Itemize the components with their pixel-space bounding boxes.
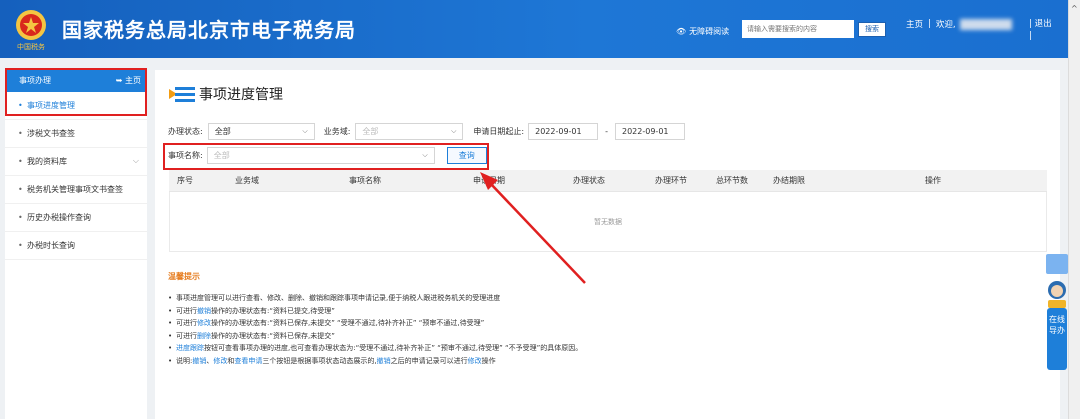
- svg-text:中国税务: 中国税务: [17, 42, 45, 51]
- sidebar-item-library[interactable]: 我的资料库 ⌵: [5, 148, 147, 176]
- table-empty-state: 暂无数据: [169, 192, 1047, 252]
- tip-text: 操作的办理状态有:“资料已提交,待受理”: [211, 306, 335, 315]
- col-actions: 操作: [925, 176, 941, 185]
- tip-text: 操作的办理状态有:“资料已保存,未提交”: [211, 331, 335, 340]
- tip-keyword: 查看申请: [234, 356, 263, 365]
- tip-text: 操作: [481, 356, 496, 365]
- tip-text: 可进行: [176, 306, 197, 315]
- domain-label: 业务域:: [323, 127, 351, 136]
- top-nav: 主页 | 欢迎,: [906, 18, 1012, 30]
- nav-divider: |: [928, 19, 931, 29]
- chevron-down-icon: ⌵: [451, 127, 457, 135]
- tip-keyword: 修改: [213, 356, 228, 365]
- page-title: 事项进度管理: [199, 87, 283, 103]
- tip-line-5: 进度跟踪按钮可查看事项办理的进度,也可查看办理状态为:“受理不通过,待补齐补正”…: [168, 342, 582, 355]
- page-scrollbar[interactable]: ^: [1068, 0, 1080, 419]
- accessibility-label: 无障碍阅读: [689, 27, 730, 36]
- sidebar-item-label: 我的资料库: [27, 157, 67, 166]
- tax-emblem-icon: 中国税务: [16, 10, 46, 51]
- search-button[interactable]: 搜索: [858, 22, 886, 37]
- status-select[interactable]: 全部 ⌵: [207, 123, 315, 140]
- accessibility-link[interactable]: 👁 无障碍阅读: [676, 26, 729, 37]
- col-total-stages: 总环节数: [716, 176, 748, 185]
- page-title-row: 事项进度管理: [169, 84, 283, 104]
- tip-text: 事项进度管理可以进行查看、修改、删除、撤销和跟踪事项申请记录,便于纳税人跟进税务…: [176, 294, 501, 302]
- main-panel: 事项进度管理 办理状态: 全部 ⌵ 业务域: 全部 ⌵ 申请日期起止: 2022-0…: [155, 70, 1060, 419]
- progress-table: 序号 业务域 事项名称 申请日期 办理状态 办理环节 总环节数 办结期限 操作 …: [169, 170, 1047, 252]
- tip-keyword: 进度跟踪: [176, 344, 204, 353]
- tip-line-3: 可进行修改操作的办理状态有:“资料已保存,未提交” “受理不通过,待补齐补正” …: [168, 317, 582, 330]
- annotation-box-sidebar: [5, 68, 147, 116]
- scroll-up-icon[interactable]: ^: [1071, 4, 1078, 13]
- tip-keyword: 撤销: [197, 306, 211, 315]
- chevron-down-icon: ⌵: [132, 156, 139, 165]
- sidebar: 事项办理 ➥ 主页 事项进度管理 涉税文书查签 我的资料库 ⌵ 税务机关管理事项…: [5, 68, 147, 419]
- col-status: 办理状态: [573, 176, 605, 185]
- tip-text: 按钮可查看事项办理的进度,也可查看办理状态为:“受理不通过,待补齐补正” “预审…: [204, 344, 583, 353]
- user-guide-icon[interactable]: [1046, 254, 1068, 274]
- sidebar-item-authority-docs[interactable]: 税务机关管理事项文书查签: [5, 176, 147, 204]
- chevron-down-icon: ⌵: [302, 127, 308, 135]
- tip-text: 说明:: [176, 356, 193, 365]
- logout-divider-2: |: [1029, 31, 1032, 41]
- logout-label: 退出: [1034, 19, 1052, 29]
- tip-keyword: 撤销: [376, 356, 391, 365]
- online-guide-button[interactable]: 在线导办: [1047, 308, 1067, 370]
- tip-text: 之后的申请记录可以进行: [390, 356, 468, 365]
- status-value: 全部: [214, 127, 231, 136]
- sidebar-item-documents[interactable]: 涉税文书查签: [5, 120, 147, 148]
- eye-icon: 👁: [676, 27, 687, 36]
- robot-icon[interactable]: [1045, 278, 1069, 308]
- sidebar-item-duration[interactable]: 办税时长查询: [5, 232, 147, 260]
- date-separator: -: [605, 127, 608, 136]
- tip-line-4: 可进行删除操作的办理状态有:“资料已保存,未提交”: [168, 330, 582, 343]
- username-redacted: [959, 18, 1012, 30]
- annotation-box-filter: [163, 143, 489, 170]
- col-stage: 办理环节: [655, 176, 687, 185]
- col-domain: 业务域: [235, 176, 259, 185]
- table-header: 序号 业务域 事项名称 申请日期 办理状态 办理环节 总环节数 办结期限 操作: [169, 170, 1047, 192]
- sidebar-item-history[interactable]: 历史办税操作查询: [5, 204, 147, 232]
- list-icon: [169, 84, 195, 104]
- filter-row-1: 办理状态: 全部 ⌵ 业务域: 全部 ⌵ 申请日期起止: 2022-09-01 - …: [168, 123, 685, 140]
- tip-text: 操作的办理状态有:“资料已保存,未提交” “受理不通过,待补齐补正” “预审不通…: [211, 319, 485, 328]
- date-from-input[interactable]: 2022-09-01: [528, 123, 599, 140]
- top-header: 中国税务 国家税务总局北京市电子税务局 👁 无障碍阅读 搜索 主页 | 欢迎, …: [0, 0, 1068, 58]
- domain-value: 全部: [362, 127, 379, 136]
- tip-keyword: 修改: [467, 356, 482, 365]
- logout-link[interactable]: | 退出 |: [1029, 18, 1052, 42]
- tip-text: 可进行: [176, 331, 197, 340]
- date-range-label: 申请日期起止:: [473, 127, 525, 136]
- tip-line-1: 事项进度管理可以进行查看、修改、删除、撤销和跟踪事项申请记录,便于纳税人跟进税务…: [168, 292, 582, 305]
- tip-keyword: 删除: [197, 331, 211, 340]
- status-label: 办理状态:: [168, 127, 203, 136]
- search-input[interactable]: [742, 20, 854, 38]
- date-to-input[interactable]: 2022-09-01: [615, 123, 685, 140]
- tip-text: 三个按钮是根据事项状态动态展示的,: [262, 356, 377, 365]
- tip-keyword: 撤销: [192, 356, 207, 365]
- col-deadline: 办结期限: [773, 176, 805, 185]
- tip-text: 可进行: [176, 319, 197, 328]
- tips-list: 事项进度管理可以进行查看、修改、删除、撤销和跟踪事项申请记录,便于纳税人跟进税务…: [168, 292, 582, 368]
- site-title: 国家税务总局北京市电子税务局: [62, 18, 356, 42]
- col-apply-date: 申请日期: [473, 176, 505, 185]
- col-item-name: 事项名称: [349, 176, 381, 185]
- welcome-text: 欢迎,: [935, 20, 956, 30]
- tip-line-2: 可进行撤销操作的办理状态有:“资料已提交,待受理”: [168, 305, 582, 318]
- col-index: 序号: [177, 176, 193, 185]
- tip-line-6: 说明:撤销、修改和查看申请三个按钮是根据事项状态动态展示的,撤销之后的申请记录可…: [168, 355, 582, 368]
- domain-select[interactable]: 全部 ⌵: [355, 123, 464, 140]
- home-link[interactable]: 主页: [906, 18, 923, 30]
- tips-title: 温馨提示: [168, 272, 200, 281]
- tip-keyword: 修改: [197, 319, 211, 328]
